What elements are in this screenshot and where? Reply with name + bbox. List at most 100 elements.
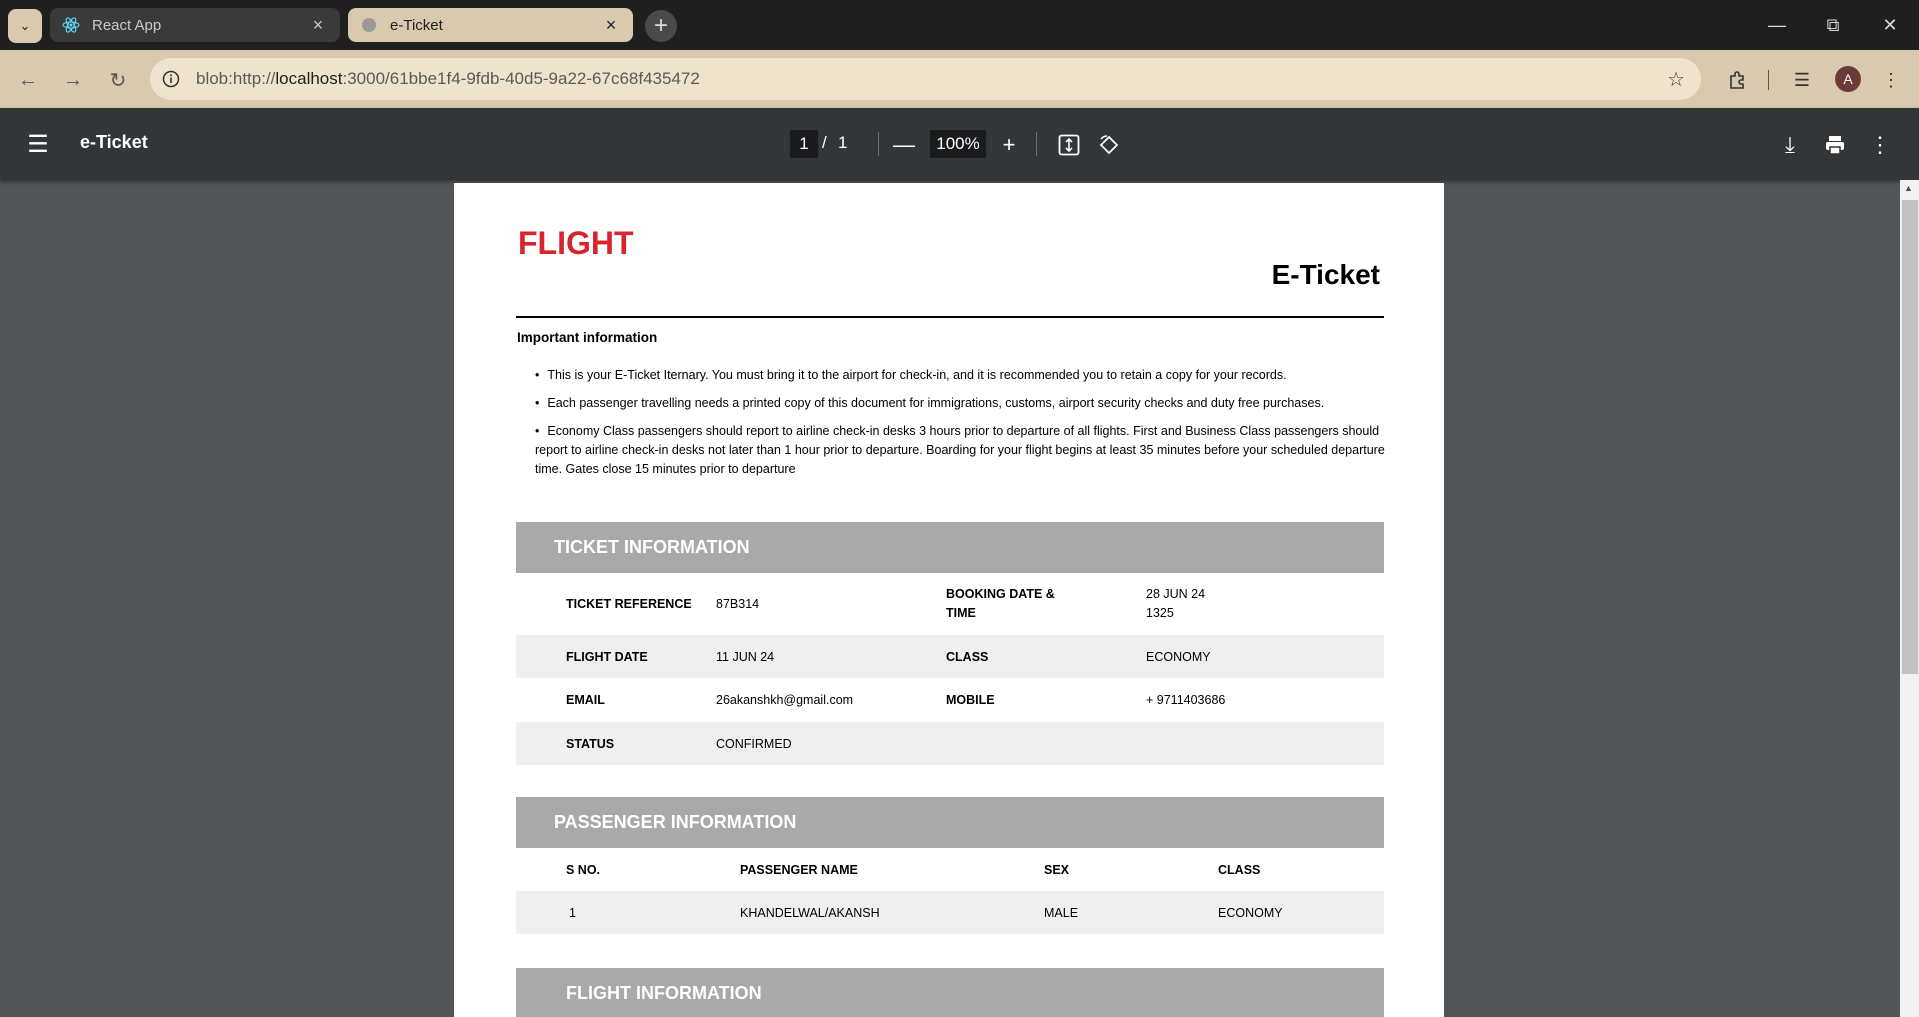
- status-value: CONFIRMED: [716, 736, 792, 751]
- pdf-page: FLIGHT E-Ticket Important information Th…: [454, 183, 1444, 1017]
- document-title: e-Ticket: [80, 132, 148, 152]
- table-row: 1 KHANDELWAL/AKANSH MALE ECONOMY: [516, 891, 1384, 934]
- zoom-out-button[interactable]: —: [889, 130, 919, 160]
- arrow-left-icon: ←: [18, 68, 38, 91]
- zoom-level-input[interactable]: 100%: [930, 130, 986, 158]
- media-control-icon[interactable]: ☰: [1788, 66, 1816, 94]
- hamburger-menu-icon[interactable]: ☰: [24, 130, 52, 158]
- table-header-row: S NO. PASSENGER NAME SEX CLASS: [516, 848, 1384, 891]
- new-tab-button[interactable]: +: [645, 10, 677, 42]
- minimize-button[interactable]: —: [1757, 10, 1797, 40]
- ticket-info-header: TICKET INFORMATION: [516, 522, 1384, 573]
- passenger-name: KHANDELWAL/AKANSH: [740, 905, 880, 920]
- browser-menu-icon[interactable]: ⋮: [1877, 66, 1905, 94]
- mobile-label: MOBILE: [946, 693, 995, 707]
- browser-toolbar: ← → ↻ blob:http://localhost:3000/61bbe1f…: [0, 50, 1919, 108]
- column-header: S NO.: [566, 862, 601, 877]
- divider: [516, 316, 1384, 318]
- close-window-button[interactable]: ✕: [1870, 10, 1910, 40]
- column-header: PASSENGER NAME: [740, 862, 858, 877]
- tab-strip: ⌄ React App × e-Ticket × + — ⧉ ✕: [0, 0, 1919, 50]
- tab-title: React App: [92, 16, 162, 34]
- fit-to-page-button[interactable]: [1054, 130, 1084, 160]
- mobile-value: + 9711403686: [1146, 693, 1226, 707]
- list-item: Economy Class passengers should report t…: [535, 422, 1385, 479]
- page-separator: /: [822, 133, 827, 152]
- page-total: 1: [838, 133, 848, 152]
- passenger-sno: 1: [569, 905, 576, 920]
- close-icon: ✕: [1882, 14, 1898, 35]
- ticket-info-table: TICKET REFERENCE 87B314 BOOKING DATE & T…: [516, 573, 1384, 765]
- booking-date-label: BOOKING DATE & TIME: [946, 587, 1055, 620]
- download-icon: ⤓: [1785, 132, 1795, 157]
- toolbar-divider: [878, 132, 879, 156]
- forward-button[interactable]: →: [55, 62, 91, 98]
- back-button[interactable]: ←: [10, 62, 46, 98]
- zoom-in-button[interactable]: +: [994, 130, 1024, 160]
- section-title: FLIGHT INFORMATION: [566, 983, 762, 1003]
- url-text: blob:http://localhost:3000/61bbe1f4-9fdb…: [196, 69, 700, 89]
- url-host: localhost: [275, 69, 343, 88]
- restore-icon: ⧉: [1826, 14, 1840, 35]
- tab-react-app[interactable]: React App ×: [50, 8, 340, 42]
- ticket-reference-label: TICKET REFERENCE: [566, 596, 692, 611]
- toolbar-divider: [1036, 132, 1037, 156]
- page-number-input[interactable]: 1: [790, 130, 818, 158]
- react-icon: [62, 16, 80, 34]
- url-path: :3000/61bbe1f4-9fdb-40d5-9a22-67c68f4354…: [342, 69, 700, 88]
- minimize-icon: —: [1768, 14, 1786, 35]
- fit-page-icon: [1058, 134, 1080, 156]
- restore-button[interactable]: ⧉: [1813, 10, 1853, 40]
- tab-search-button[interactable]: ⌄: [8, 9, 42, 43]
- passenger-class: ECONOMY: [1218, 905, 1283, 920]
- reload-button[interactable]: ↻: [100, 62, 136, 98]
- booking-date-value: 28 JUN 24 1325: [1146, 587, 1206, 620]
- chevron-down-icon: ⌄: [19, 18, 31, 33]
- status-label: STATUS: [566, 736, 615, 751]
- close-icon[interactable]: ×: [601, 15, 621, 35]
- scroll-up-arrow-icon[interactable]: ▲: [1904, 183, 1913, 193]
- download-button[interactable]: ⤓: [1775, 130, 1805, 160]
- close-icon[interactable]: ×: [308, 15, 328, 35]
- printer-icon: [1826, 136, 1844, 155]
- flight-info-header: FLIGHT INFORMATION: [516, 968, 1384, 1017]
- document-heading: E-Ticket: [1271, 259, 1380, 290]
- flight-date-value: 11 JUN 24: [716, 649, 775, 664]
- list-item: This is your E-Ticket Iternary. You must…: [535, 366, 1385, 385]
- address-bar[interactable]: blob:http://localhost:3000/61bbe1f4-9fdb…: [150, 58, 1701, 100]
- globe-icon: [360, 16, 378, 34]
- profile-avatar[interactable]: A: [1835, 66, 1861, 92]
- pdf-toolbar: ☰ e-Ticket 1 / 1 — 100% + ⤓ ⋮: [0, 108, 1919, 180]
- extensions-icon[interactable]: [1723, 66, 1751, 94]
- bookmark-star-icon[interactable]: ☆: [1667, 67, 1685, 92]
- table-row: STATUS CONFIRMED: [516, 722, 1384, 765]
- arrow-right-icon: →: [63, 68, 83, 91]
- print-button[interactable]: [1820, 130, 1850, 160]
- url-prefix: blob:http://: [196, 69, 276, 88]
- site-info-icon[interactable]: [158, 66, 184, 92]
- table-row: TICKET REFERENCE 87B314 BOOKING DATE & T…: [516, 573, 1384, 635]
- rotate-icon: [1099, 135, 1119, 155]
- email-value: 26akanshkh@gmail.com: [716, 693, 854, 707]
- reload-icon: ↻: [109, 69, 127, 92]
- passenger-info-table: S NO. PASSENGER NAME SEX CLASS 1 KHANDEL…: [516, 848, 1384, 934]
- passenger-info-header: PASSENGER INFORMATION: [516, 797, 1384, 848]
- email-label: EMAIL: [566, 693, 605, 707]
- more-options-icon[interactable]: ⋮: [1865, 130, 1895, 160]
- section-title: PASSENGER INFORMATION: [554, 812, 797, 832]
- rotate-button[interactable]: [1094, 130, 1124, 160]
- column-header: SEX: [1044, 862, 1070, 877]
- passenger-sex: MALE: [1044, 905, 1079, 920]
- toolbar-divider: [1768, 70, 1769, 90]
- class-value: ECONOMY: [1146, 649, 1211, 664]
- tab-e-ticket[interactable]: e-Ticket ×: [348, 8, 633, 42]
- flight-date-label: FLIGHT DATE: [566, 649, 648, 664]
- important-info-title: Important information: [517, 330, 658, 345]
- plus-icon: +: [1002, 132, 1016, 157]
- list-item: Each passenger travelling needs a printe…: [535, 394, 1385, 413]
- ticket-reference-value: 87B314: [716, 597, 760, 611]
- column-header: CLASS: [1218, 862, 1261, 877]
- class-label: CLASS: [946, 649, 989, 664]
- important-info-list: This is your E-Ticket Iternary. You must…: [535, 366, 1385, 488]
- scrollbar-thumb[interactable]: [1902, 200, 1918, 674]
